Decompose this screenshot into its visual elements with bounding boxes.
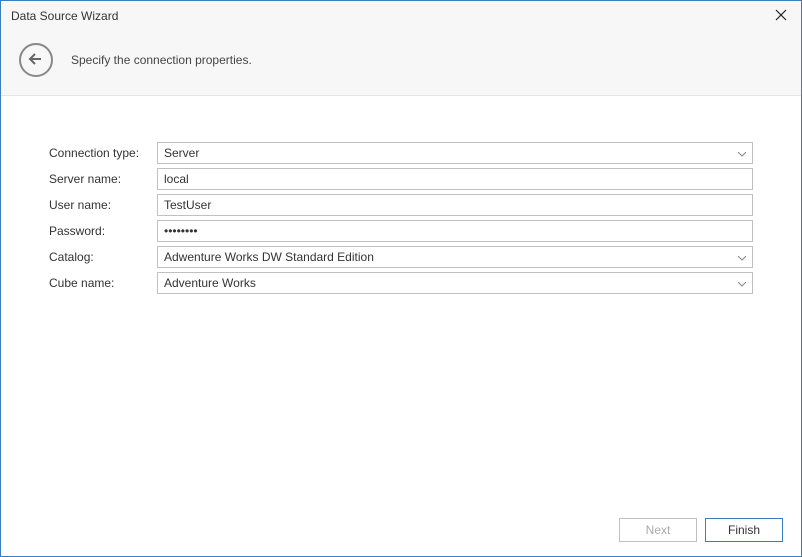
server-name-label: Server name: — [49, 172, 157, 186]
cube-name-label: Cube name: — [49, 276, 157, 290]
arrow-left-icon — [27, 50, 45, 71]
row-password: Password: •••••••• — [49, 220, 753, 242]
close-button[interactable] — [771, 6, 791, 26]
wizard-window: Data Source Wizard Specify the connectio… — [0, 0, 802, 557]
window-title: Data Source Wizard — [11, 9, 771, 23]
connection-type-value: Server — [164, 146, 199, 160]
chevron-down-icon — [738, 250, 746, 264]
catalog-value: Adwenture Works DW Standard Edition — [164, 250, 374, 264]
catalog-label: Catalog: — [49, 250, 157, 264]
user-name-label: User name: — [49, 198, 157, 212]
user-name-input[interactable] — [157, 194, 753, 216]
row-server-name: Server name: — [49, 168, 753, 190]
password-label: Password: — [49, 224, 157, 238]
row-catalog: Catalog: Adwenture Works DW Standard Edi… — [49, 246, 753, 268]
password-value: •••••••• — [164, 224, 198, 238]
server-name-field[interactable] — [164, 172, 746, 186]
next-button[interactable]: Next — [619, 518, 697, 542]
row-user-name: User name: — [49, 194, 753, 216]
row-connection-type: Connection type: Server — [49, 142, 753, 164]
header-subtitle: Specify the connection properties. — [71, 53, 252, 67]
password-input[interactable]: •••••••• — [157, 220, 753, 242]
chevron-down-icon — [738, 276, 746, 290]
footer: Next Finish — [1, 510, 801, 556]
connection-type-label: Connection type: — [49, 146, 157, 160]
catalog-select[interactable]: Adwenture Works DW Standard Edition — [157, 246, 753, 268]
finish-button[interactable]: Finish — [705, 518, 783, 542]
server-name-input[interactable] — [157, 168, 753, 190]
close-icon — [775, 9, 787, 24]
form: Connection type: Server Server name: Use… — [1, 96, 801, 510]
chevron-down-icon — [738, 146, 746, 160]
connection-type-select[interactable]: Server — [157, 142, 753, 164]
titlebar: Data Source Wizard — [1, 1, 801, 31]
cube-name-select[interactable]: Adventure Works — [157, 272, 753, 294]
row-cube-name: Cube name: Adventure Works — [49, 272, 753, 294]
back-button[interactable] — [19, 43, 53, 77]
cube-name-value: Adventure Works — [164, 276, 256, 290]
user-name-field[interactable] — [164, 198, 746, 212]
header: Specify the connection properties. — [1, 31, 801, 96]
